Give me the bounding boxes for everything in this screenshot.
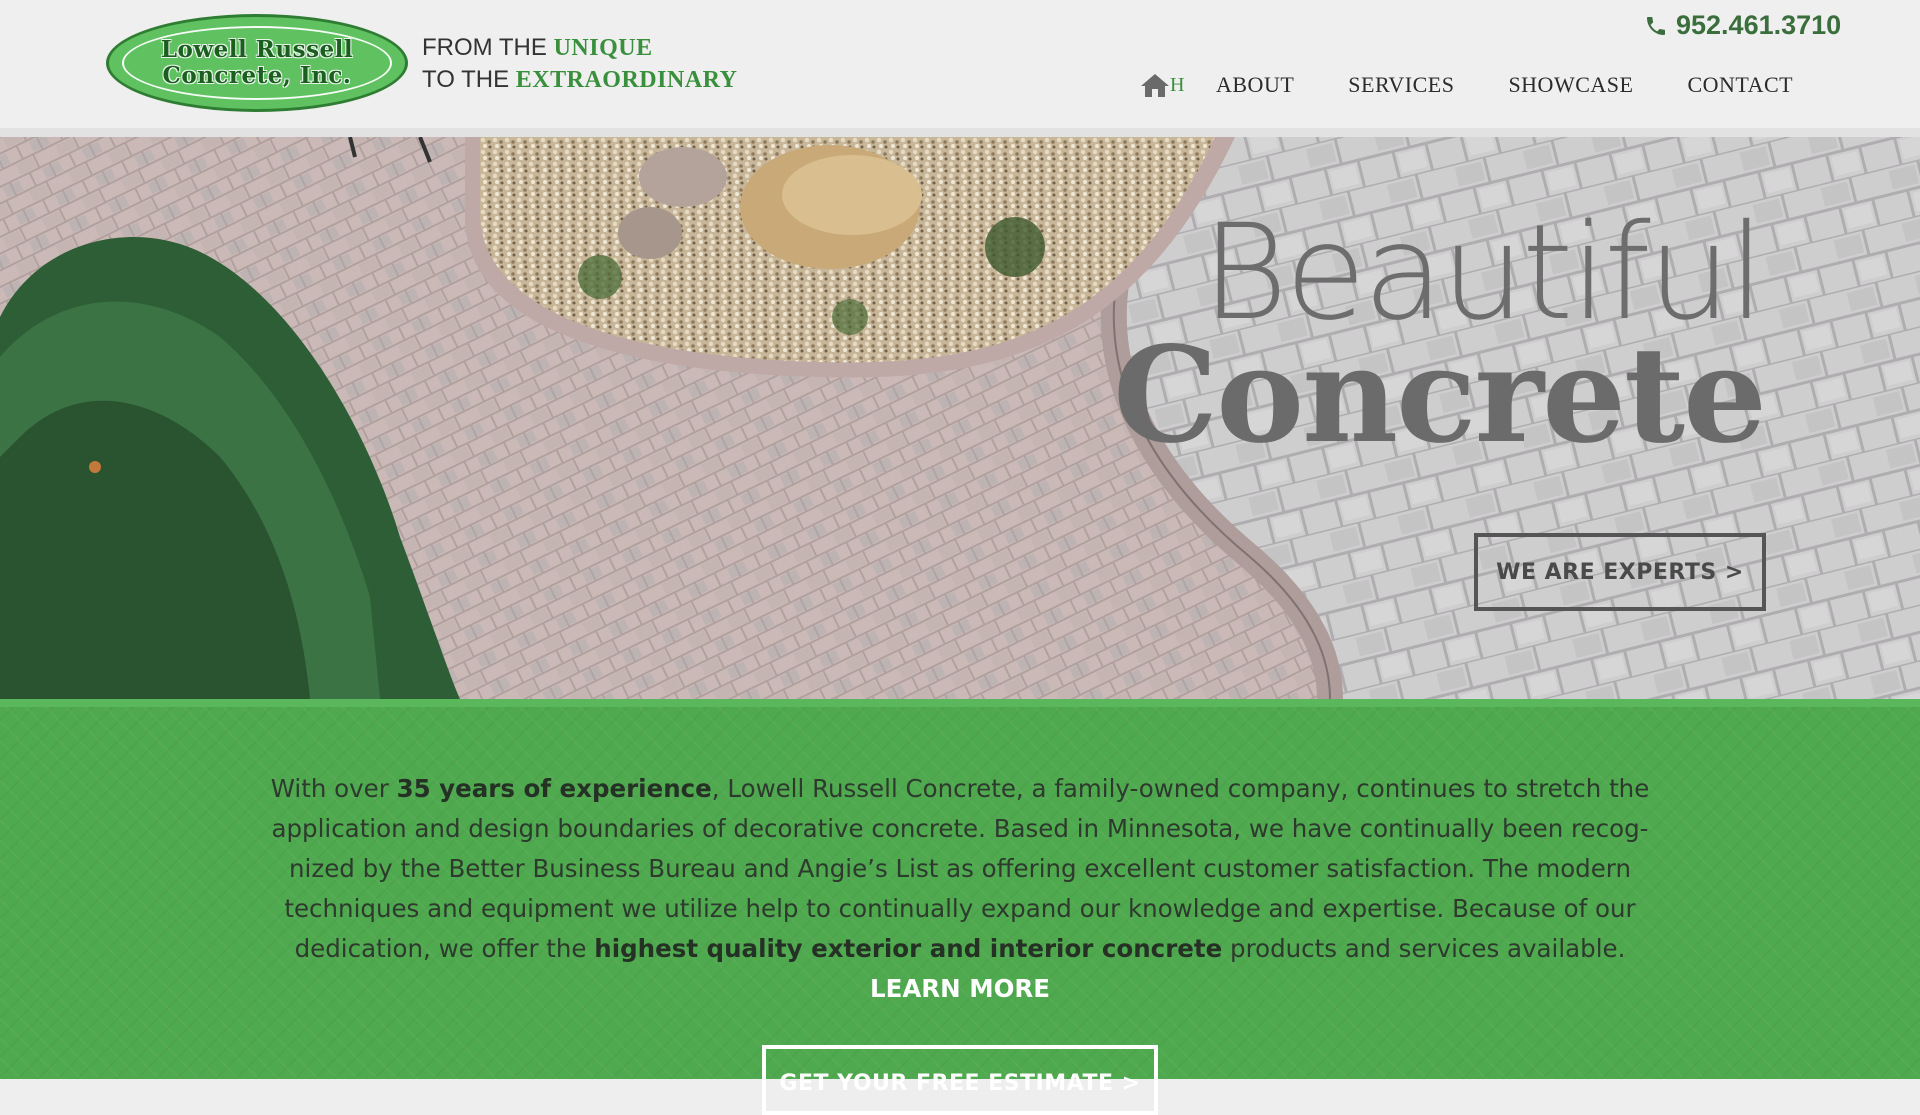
phone-link[interactable]: 952.461.3710 bbox=[1644, 10, 1841, 41]
logo-line-2: Concrete, Inc. bbox=[162, 62, 352, 89]
learn-more-link[interactable]: LEARN MORE bbox=[870, 974, 1050, 1003]
phone-icon bbox=[1647, 16, 1665, 35]
nav-contact[interactable]: CONTACT bbox=[1687, 72, 1793, 98]
intro-text-3: products and services available. bbox=[1222, 934, 1626, 963]
tagline-accent-2: EXTRAORDINARY bbox=[515, 67, 738, 93]
tagline-prefix-1: FROM THE bbox=[422, 34, 554, 61]
nav-showcase[interactable]: SHOWCASE bbox=[1508, 72, 1633, 98]
intro-paragraph: With over 35 years of experience, Lowell… bbox=[250, 769, 1670, 1009]
nav-services[interactable]: SERVICES bbox=[1348, 72, 1454, 98]
main-nav: H ABOUT SERVICES SHOWCASE CONTACT bbox=[1140, 72, 1847, 98]
tagline-line-1: FROM THE UNIQUE bbox=[422, 32, 737, 64]
company-logo[interactable]: Lowell Russell Concrete, Inc. bbox=[106, 14, 408, 112]
intro-section: With over 35 years of experience, Lowell… bbox=[0, 699, 1920, 1115]
site-header: Lowell Russell Concrete, Inc. FROM THE U… bbox=[0, 0, 1920, 137]
tagline-accent-1: UNIQUE bbox=[553, 35, 653, 61]
nav-home[interactable]: H bbox=[1140, 72, 1184, 98]
nav-home-label: H bbox=[1170, 73, 1184, 96]
hero-banner: Beautiful Concrete WE ARE EXPERTS > bbox=[0, 137, 1920, 699]
home-icon bbox=[1141, 74, 1169, 97]
intro-highlight-experience: 35 years of experience bbox=[396, 774, 712, 803]
nav-about[interactable]: ABOUT bbox=[1216, 72, 1294, 98]
tagline: FROM THE UNIQUE TO THE EXTRAORDINARY bbox=[422, 32, 737, 96]
intro-highlight-quality: highest quality exterior and interior co… bbox=[594, 934, 1223, 963]
logo-line-1: Lowell Russell bbox=[160, 36, 354, 63]
tagline-line-2: TO THE EXTRAORDINARY bbox=[422, 64, 737, 96]
we-are-experts-button[interactable]: WE ARE EXPERTS > bbox=[1474, 533, 1766, 611]
tagline-prefix-2: TO THE bbox=[422, 66, 516, 93]
phone-number: 952.461.3710 bbox=[1676, 10, 1842, 40]
free-estimate-button[interactable]: GET YOUR FREE ESTIMATE > bbox=[762, 1045, 1158, 1115]
logo-inner-ring: Lowell Russell Concrete, Inc. bbox=[122, 26, 392, 100]
hero-title-line-2: Concrete bbox=[1113, 318, 1767, 473]
intro-text-1: With over bbox=[270, 774, 397, 803]
